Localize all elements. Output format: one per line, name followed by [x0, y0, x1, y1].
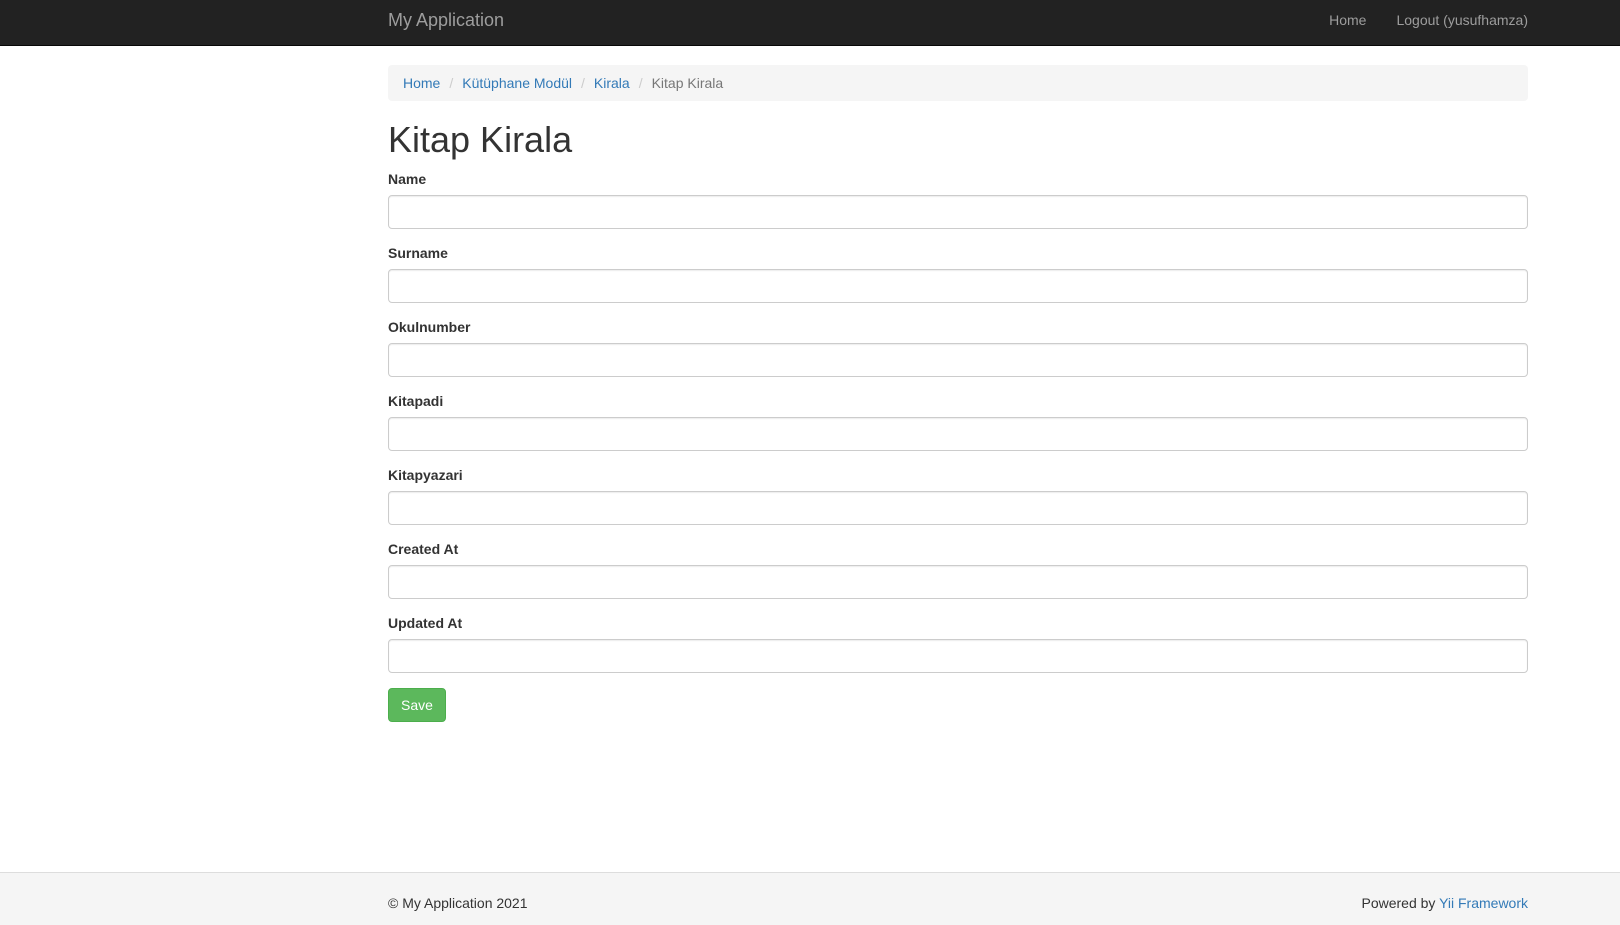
kitapadi-label: Kitapadi — [388, 393, 444, 409]
form-group-name: Name — [388, 171, 1528, 245]
updated-at-label: Updated At — [388, 615, 463, 631]
form-group-updated-at: Updated At — [388, 615, 1528, 689]
breadcrumb-kirala[interactable]: Kirala — [594, 75, 630, 91]
kitapyazari-input[interactable] — [388, 491, 1528, 525]
created-at-input[interactable] — [388, 565, 1528, 599]
footer: © My Application 2021 Powered by Yii Fra… — [0, 872, 1620, 925]
kitap-kirala-form: Name Surname Okulnumber Kitapadi Kitapya… — [388, 171, 1528, 689]
kitapyazari-label: Kitapyazari — [388, 467, 463, 483]
form-group-surname: Surname — [388, 245, 1528, 319]
form-group-okulnumber: Okulnumber — [388, 319, 1528, 393]
form-group-kitapyazari: Kitapyazari — [388, 467, 1528, 541]
nav-menu: Home Logout (yusufhamza) — [1329, 12, 1528, 28]
form-group-kitapadi: Kitapadi — [388, 393, 1528, 467]
yii-framework-link[interactable]: Yii Framework — [1439, 895, 1528, 911]
top-navbar: My Application Home Logout (yusufhamza) — [0, 0, 1620, 46]
breadcrumb-active: Kitap Kirala — [651, 75, 724, 91]
okulnumber-label: Okulnumber — [388, 319, 471, 335]
nav-home-link[interactable]: Home — [1329, 12, 1366, 28]
kitapadi-input[interactable] — [388, 417, 1528, 451]
nav-logout-link[interactable]: Logout (yusufhamza) — [1396, 12, 1528, 28]
breadcrumb-separator: / — [638, 75, 643, 91]
name-input[interactable] — [388, 195, 1528, 229]
breadcrumb-home[interactable]: Home — [403, 75, 440, 91]
surname-label: Surname — [388, 245, 448, 261]
updated-at-input[interactable] — [388, 639, 1528, 673]
form-group-created-at: Created At — [388, 541, 1528, 615]
breadcrumb-separator: / — [581, 75, 585, 91]
name-label: Name — [388, 171, 427, 187]
breadcrumb-kutuphane-modul[interactable]: Kütüphane Modül — [462, 75, 572, 91]
footer-copyright: © My Application 2021 — [388, 895, 528, 911]
footer-powered-by: Powered by Yii Framework — [1361, 895, 1528, 911]
save-button[interactable]: Save — [388, 688, 446, 722]
breadcrumb-separator: / — [449, 75, 454, 91]
page-title: Kitap Kirala — [388, 119, 573, 160]
okulnumber-input[interactable] — [388, 343, 1528, 377]
surname-input[interactable] — [388, 269, 1528, 303]
powered-by-text: Powered by — [1361, 895, 1440, 911]
breadcrumb: Home / Kütüphane Modül / Kirala / Kitap … — [388, 65, 1528, 101]
brand-link[interactable]: My Application — [388, 10, 504, 30]
created-at-label: Created At — [388, 541, 459, 557]
